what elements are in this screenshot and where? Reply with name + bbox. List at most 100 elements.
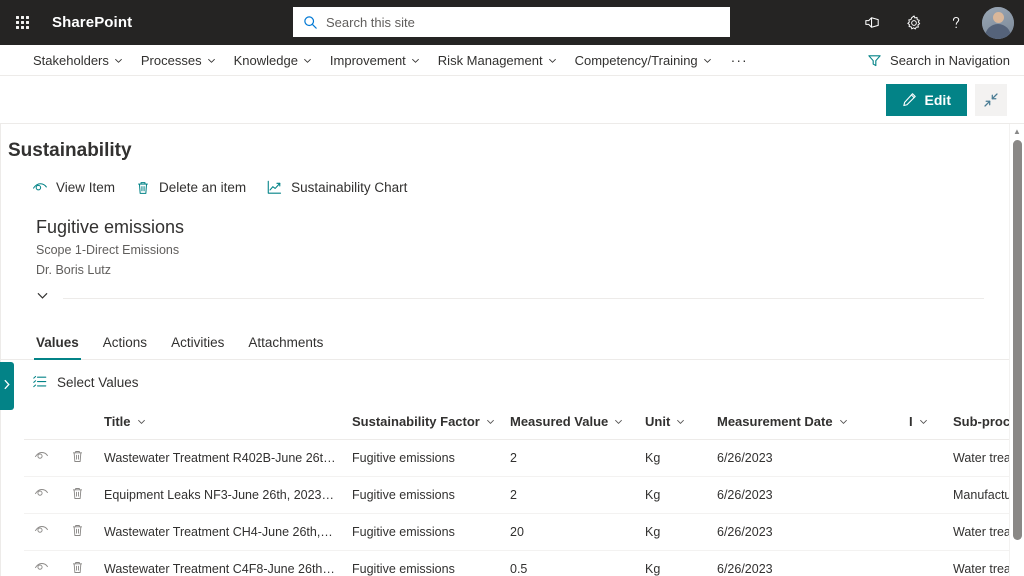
- scroll-up-arrow[interactable]: ▲: [1010, 124, 1024, 138]
- chevron-right-icon: [3, 377, 11, 395]
- row-delete-icon[interactable]: [58, 513, 96, 551]
- left-panel-handle[interactable]: [0, 362, 14, 410]
- column-header-sustainability-factor[interactable]: Sustainability Factor: [344, 408, 502, 440]
- trash-icon: [135, 180, 151, 196]
- item-title: Fugitive emissions: [36, 217, 185, 237]
- site-search-box[interactable]: [293, 7, 730, 37]
- cell-measurement-date: 6/26/2023: [709, 439, 901, 477]
- chevron-down-icon[interactable]: [919, 417, 928, 426]
- search-in-navigation-label: Search in Navigation: [890, 52, 1010, 68]
- column-header-measurement-date[interactable]: Measurement Date: [709, 408, 901, 440]
- row-view-icon[interactable]: [24, 439, 58, 477]
- waffle-grid: [15, 16, 29, 29]
- column-header-label: Measurement Date: [717, 414, 833, 429]
- search-in-navigation-button[interactable]: Search in Navigation: [867, 53, 1010, 68]
- cell-sustainability-factor[interactable]: Fugitive emissions: [344, 513, 502, 551]
- list-command-bar: View Item Delete an item Sustainability …: [0, 162, 1024, 201]
- nav-item-label: Processes: [140, 52, 202, 68]
- eye-icon[interactable]: [34, 563, 49, 576]
- cell-truncated: [901, 476, 945, 514]
- chevron-down-icon[interactable]: [486, 417, 495, 426]
- nav-overflow-button[interactable]: ···: [721, 52, 758, 68]
- nav-item-label: Risk Management: [437, 52, 543, 68]
- item-expander[interactable]: [36, 287, 1024, 315]
- cell-measured-value: 0.5: [502, 550, 637, 576]
- cell-measurement-date: 6/26/2023: [709, 476, 901, 514]
- trash-icon[interactable]: [70, 562, 85, 576]
- cell-sustainability-factor[interactable]: Fugitive emissions: [344, 439, 502, 477]
- table-header-row: Title Sustainability Factor Measured Val…: [24, 408, 1024, 440]
- vertical-scrollbar-thumb[interactable]: [1013, 140, 1022, 540]
- brand-label[interactable]: SharePoint: [52, 14, 132, 31]
- eye-icon[interactable]: [34, 489, 49, 504]
- avatar[interactable]: [982, 6, 1014, 39]
- column-header-measured-value[interactable]: Measured Value: [502, 408, 637, 440]
- megaphone-icon[interactable]: [852, 0, 892, 45]
- column-header-eye: [24, 408, 58, 440]
- chevron-down-icon[interactable]: [614, 417, 623, 426]
- cell-unit: Kg: [637, 476, 709, 514]
- nav-item-risk-management[interactable]: Risk Management: [429, 45, 566, 75]
- column-header-unit[interactable]: Unit: [637, 408, 709, 440]
- cell-title: Wastewater Treatment R402B-June 26th, 20…: [96, 439, 344, 477]
- column-header-label: Sustainability Factor: [352, 414, 480, 429]
- help-icon[interactable]: [936, 0, 976, 45]
- eye-icon[interactable]: [34, 526, 49, 541]
- trash-icon[interactable]: [70, 488, 85, 504]
- search-icon: [303, 15, 318, 30]
- chevron-down-icon[interactable]: [839, 417, 848, 426]
- select-values-button[interactable]: Select Values: [24, 370, 147, 394]
- vertical-scrollbar[interactable]: ▲: [1009, 124, 1024, 576]
- edit-button[interactable]: Edit: [885, 83, 967, 116]
- delete-an-item-button[interactable]: Delete an item: [127, 175, 254, 201]
- table-row[interactable]: Equipment Leaks NF3-June 26th, 2023 at 1…: [24, 476, 1024, 514]
- cell-measured-value: 20: [502, 513, 637, 551]
- table-row[interactable]: Wastewater Treatment R402B-June 26th, 20…: [24, 439, 1024, 477]
- table-row[interactable]: Wastewater Treatment CH4-June 26th, 2023…: [24, 513, 1024, 551]
- page-title: Sustainability: [8, 140, 132, 161]
- trash-icon[interactable]: [70, 451, 85, 467]
- eye-icon[interactable]: [34, 452, 49, 467]
- collapse-arrows-icon[interactable]: [975, 83, 1007, 116]
- cell-title: Equipment Leaks NF3-June 26th, 2023 at 1…: [96, 476, 344, 514]
- tab-attachments[interactable]: Attachments: [236, 329, 335, 359]
- nav-item-processes[interactable]: Processes: [132, 45, 225, 75]
- column-header-truncated[interactable]: I: [901, 408, 945, 440]
- item-owner: Dr. Boris Lutz: [36, 263, 112, 277]
- chevron-down-icon: [548, 56, 557, 65]
- table-row[interactable]: Wastewater Treatment C4F8-June 26th, 202…: [24, 550, 1024, 576]
- gear-icon[interactable]: [894, 0, 934, 45]
- nav-item-stakeholders[interactable]: Stakeholders: [24, 45, 132, 75]
- row-delete-icon[interactable]: [58, 476, 96, 514]
- search-input[interactable]: [326, 14, 706, 30]
- select-list-icon: [32, 374, 48, 390]
- row-delete-icon[interactable]: [58, 439, 96, 477]
- row-view-icon[interactable]: [24, 476, 58, 514]
- cell-unit: Kg: [637, 550, 709, 576]
- nav-item-competency-training[interactable]: Competency/Training: [566, 45, 721, 75]
- tab-activities[interactable]: Activities: [159, 329, 236, 359]
- view-item-button[interactable]: View Item: [24, 175, 123, 201]
- nav-item-label: Competency/Training: [574, 52, 698, 68]
- cell-unit: Kg: [637, 513, 709, 551]
- cell-title: Wastewater Treatment CH4-June 26th, 2023…: [96, 513, 344, 551]
- chevron-down-icon[interactable]: [137, 417, 146, 426]
- chevron-down-icon[interactable]: [36, 287, 55, 309]
- chevron-down-icon[interactable]: [676, 417, 685, 426]
- sustainability-chart-button[interactable]: Sustainability Chart: [258, 174, 415, 201]
- nav-item-improvement[interactable]: Improvement: [321, 45, 429, 75]
- row-delete-icon[interactable]: [58, 550, 96, 576]
- row-view-icon[interactable]: [24, 550, 58, 576]
- cell-sustainability-factor[interactable]: Fugitive emissions: [344, 476, 502, 514]
- tab-actions[interactable]: Actions: [91, 329, 159, 359]
- cell-sustainability-factor[interactable]: Fugitive emissions: [344, 550, 502, 576]
- tab-values[interactable]: Values: [24, 329, 91, 360]
- column-header-title[interactable]: Title: [96, 408, 344, 440]
- nav-item-knowledge[interactable]: Knowledge: [225, 45, 321, 75]
- app-launcher-icon[interactable]: [0, 0, 44, 45]
- avatar-head: [992, 11, 1004, 23]
- cell-truncated: [901, 513, 945, 551]
- chevron-down-icon: [114, 56, 123, 65]
- row-view-icon[interactable]: [24, 513, 58, 551]
- trash-icon[interactable]: [70, 525, 85, 541]
